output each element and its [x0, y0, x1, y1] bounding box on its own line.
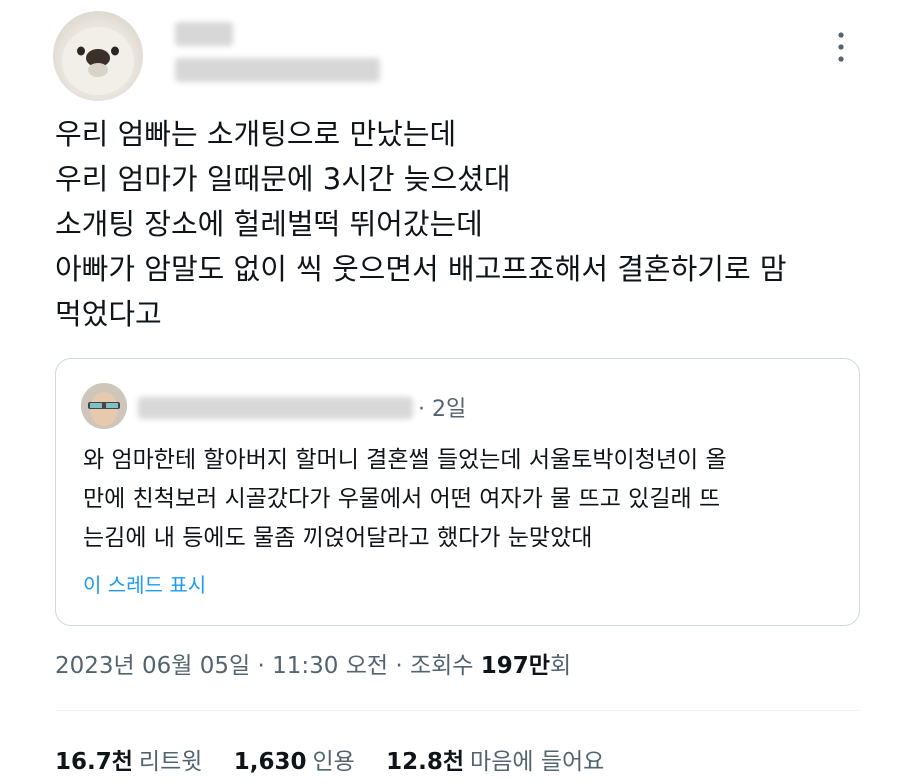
quotes-label: 인용	[312, 749, 355, 775]
author-handle-blurred[interactable]	[175, 58, 380, 82]
retweets-count: 16.7천	[55, 749, 133, 775]
more-vertical-icon[interactable]	[829, 27, 853, 67]
tweet-line: 먹었다고	[55, 297, 162, 331]
quoted-tweet-time[interactable]: · 2일	[418, 391, 466, 423]
views-unit: 만	[528, 653, 550, 679]
tweet-line: 우리 엄마가 일때문에 3시간 늦으셨대	[55, 162, 511, 196]
retweets-stat[interactable]: 16.7천 리트윗	[55, 742, 202, 776]
views-suffix: 회	[549, 653, 572, 679]
tweet-line: 아빠가 암말도 없이 씩 웃으면서 배고프죠해서 결혼하기로 맘	[55, 252, 787, 286]
quotes-count: 1,630	[233, 749, 307, 775]
quoted-line: 는김에 내 등에도 물좀 끼얹어달라고 했다가 눈맞았대	[83, 525, 593, 551]
views-number: 197	[480, 653, 529, 679]
tweet-line: 소개팅 장소에 헐레벌떡 뛰어갔는데	[55, 207, 483, 241]
quotes-stat[interactable]: 1,630 인용	[234, 742, 355, 776]
tweet-meta: 2023년 06월 05일 · 11:30 오전 · 조회수 197만회	[55, 646, 571, 680]
quoted-author-name-blurred[interactable]	[138, 397, 413, 419]
person-avatar-image	[81, 383, 127, 429]
likes-count: 12.8천	[386, 749, 465, 775]
divider	[55, 710, 860, 711]
quoted-tweet-card[interactable]: · 2일 와 엄마한테 할아버지 할머니 결혼썰 들었는데 서울토박이청년이 올…	[55, 358, 860, 626]
quoted-line: 만에 친척보러 시골갔다가 우물에서 어떤 여자가 물 뜨고 있길래 뜨	[83, 486, 721, 512]
author-avatar[interactable]	[53, 11, 143, 101]
quoted-author-avatar[interactable]	[81, 383, 127, 429]
seal-avatar-image	[62, 27, 134, 95]
tweet-stats: 16.7천 리트윗 1,630 인용 12.8천 마음에 들어요	[55, 742, 628, 776]
tweet-text: 우리 엄빠는 소개팅으로 만났는데 우리 엄마가 일때문에 3시간 늦으셨대 소…	[55, 112, 875, 337]
likes-stat[interactable]: 12.8천 마음에 들어요	[386, 742, 604, 776]
retweets-label: 리트윗	[138, 749, 203, 775]
tweet-line: 우리 엄빠는 소개팅으로 만났는데	[55, 117, 457, 151]
author-name-blurred[interactable]	[175, 22, 233, 46]
likes-label: 마음에 들어요	[470, 749, 605, 775]
quoted-line: 와 엄마한테 할아버지 할머니 결혼썰 들었는데 서울토박이청년이 올	[83, 447, 727, 473]
tweet-datetime[interactable]: 2023년 06월 05일 · 11:30 오전 · 조회수	[55, 653, 481, 679]
show-thread-link[interactable]: 이 스레드 표시	[83, 569, 206, 598]
quoted-tweet-text: 와 엄마한테 할아버지 할머니 결혼썰 들었는데 서울토박이청년이 올 만에 친…	[83, 441, 843, 558]
